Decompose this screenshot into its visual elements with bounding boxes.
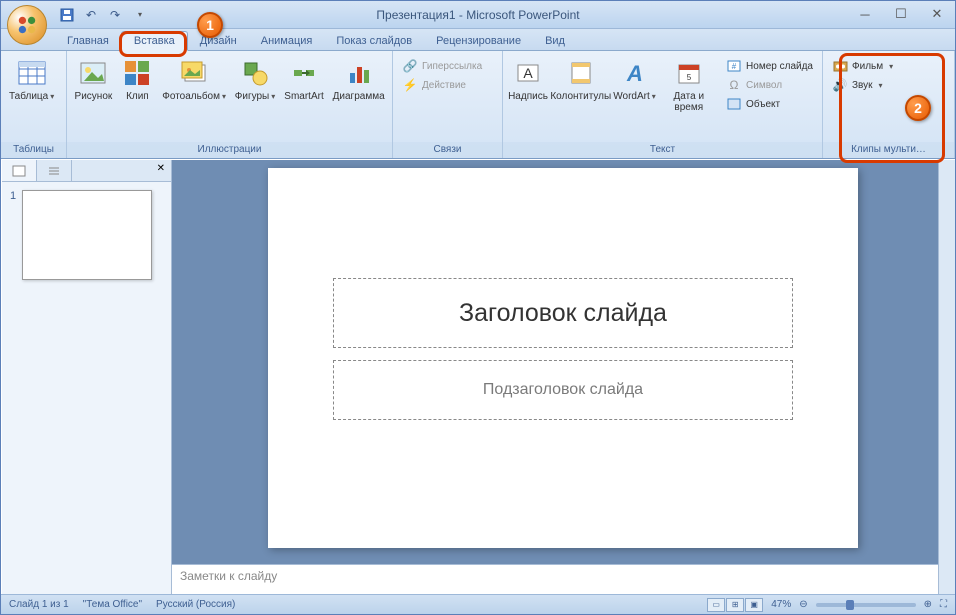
close-button[interactable]: ✕ — [925, 5, 949, 23]
shapes-button[interactable]: Фигуры — [231, 55, 279, 104]
picture-icon — [77, 57, 109, 89]
tab-review[interactable]: Рецензирование — [424, 32, 533, 50]
tab-animation[interactable]: Анимация — [249, 32, 325, 50]
table-button[interactable]: Таблица — [5, 55, 58, 104]
notes-pane[interactable]: Заметки к слайду — [172, 564, 954, 594]
annotation-1: 1 — [197, 12, 223, 38]
wordart-button[interactable]: A WordArt — [613, 55, 657, 104]
group-media: Клипы мульти… — [823, 142, 954, 158]
zoom-in-button[interactable]: ⊕ — [924, 599, 932, 610]
textbox-icon: A — [512, 57, 544, 89]
fit-button[interactable]: ⛶ — [940, 599, 947, 610]
sound-button[interactable]: 🔊 Звук — [829, 76, 896, 94]
tab-view[interactable]: Вид — [533, 32, 577, 50]
window-title: Презентация1 - Microsoft PowerPoint — [376, 8, 579, 22]
statusbar: Слайд 1 из 1 "Тема Office" Русский (Росс… — [1, 594, 955, 614]
object-icon — [726, 96, 742, 112]
svg-text:#: # — [732, 62, 737, 71]
tab-insert[interactable]: Вставка — [121, 31, 188, 51]
slides-tab[interactable] — [2, 160, 37, 181]
vertical-scrollbar[interactable] — [938, 160, 955, 594]
tab-slideshow[interactable]: Показ слайдов — [324, 32, 424, 50]
status-theme: "Тема Office" — [83, 599, 142, 610]
panel-close-icon[interactable]: ✕ — [151, 160, 171, 181]
picture-button[interactable]: Рисунок — [71, 55, 116, 104]
wordart-icon: A — [619, 57, 651, 89]
smartart-button[interactable]: SmartArt — [281, 55, 328, 104]
svg-text:A: A — [523, 65, 533, 81]
hyperlink-button[interactable]: 🔗 Гиперссылка — [399, 57, 485, 75]
chart-icon — [343, 57, 375, 89]
shapes-icon — [239, 57, 271, 89]
workspace: ✕ 1 Заголовок слайда Подзаголовок слайда… — [2, 160, 954, 594]
slide-thumbnail[interactable] — [22, 190, 152, 280]
annotation-2: 2 — [905, 95, 931, 121]
outline-tab-icon — [47, 165, 61, 177]
headerfooter-icon — [565, 57, 597, 89]
action-button[interactable]: ⚡ Действие — [399, 76, 485, 94]
smartart-icon — [288, 57, 320, 89]
save-icon[interactable] — [57, 5, 77, 25]
datetime-button[interactable]: 5 Дата и время — [659, 55, 720, 115]
normal-view-button[interactable]: ▭ — [707, 598, 725, 612]
slide-canvas[interactable]: Заголовок слайда Подзаголовок слайда — [268, 168, 858, 548]
ribbon-tabs: Главная Вставка Дизайн Анимация Показ сл… — [1, 29, 955, 51]
zoom-slider[interactable] — [816, 603, 916, 607]
headerfooter-button[interactable]: Колонтитулы — [551, 55, 611, 104]
maximize-button[interactable]: ☐ — [889, 5, 913, 23]
slidenumber-icon: # — [726, 58, 742, 74]
group-tables: Таблицы — [1, 142, 66, 158]
clipart-button[interactable]: Клип — [118, 55, 157, 104]
datetime-icon: 5 — [673, 57, 705, 89]
slideshow-view-button[interactable]: ▣ — [745, 598, 763, 612]
clipart-icon — [121, 57, 153, 89]
symbol-button[interactable]: Ω Символ — [723, 76, 816, 94]
undo-icon[interactable]: ↶ — [81, 5, 101, 25]
status-language[interactable]: Русский (Россия) — [156, 599, 235, 610]
svg-text:A: A — [626, 61, 643, 86]
group-illustrations: Иллюстрации — [67, 142, 392, 158]
qat-more-icon[interactable] — [129, 5, 149, 25]
group-links: Связи — [393, 142, 502, 158]
photoalbum-button[interactable]: Фотоальбом — [159, 55, 229, 104]
office-button[interactable] — [7, 5, 47, 45]
symbol-icon: Ω — [726, 77, 742, 93]
redo-icon[interactable]: ↷ — [105, 5, 125, 25]
tab-home[interactable]: Главная — [55, 32, 121, 50]
movie-button[interactable]: Фильм — [829, 57, 896, 75]
object-button[interactable]: Объект — [723, 95, 816, 113]
outline-tab[interactable] — [37, 160, 72, 181]
sound-icon: 🔊 — [832, 77, 848, 93]
quick-access-toolbar: ↶ ↷ — [57, 5, 149, 25]
slides-tab-icon — [12, 165, 26, 177]
hyperlink-icon: 🔗 — [402, 58, 418, 74]
action-icon: ⚡ — [402, 77, 418, 93]
office-logo-icon — [16, 14, 38, 36]
titlebar: ↶ ↷ Презентация1 - Microsoft PowerPoint … — [1, 1, 955, 29]
photoalbum-icon — [178, 57, 210, 89]
zoom-level[interactable]: 47% — [771, 599, 791, 610]
group-text: Текст — [503, 142, 822, 158]
status-slide-info: Слайд 1 из 1 — [9, 599, 69, 610]
slide-panel: ✕ 1 — [2, 160, 172, 594]
ribbon: Таблица Таблицы Рисунок Клип Фотоальбом … — [1, 51, 955, 159]
chart-button[interactable]: Диаграмма — [329, 55, 388, 104]
thumb-number: 1 — [10, 190, 16, 280]
movie-icon — [832, 58, 848, 74]
zoom-out-button[interactable]: ⊖ — [799, 599, 807, 610]
svg-text:5: 5 — [687, 73, 692, 82]
sorter-view-button[interactable]: ⊞ — [726, 598, 744, 612]
subtitle-placeholder[interactable]: Подзаголовок слайда — [333, 360, 793, 420]
slidenumber-button[interactable]: # Номер слайда — [723, 57, 816, 75]
textbox-button[interactable]: A Надпись — [507, 55, 549, 104]
title-placeholder[interactable]: Заголовок слайда — [333, 278, 793, 348]
table-icon — [16, 57, 48, 89]
slide-stage[interactable]: Заголовок слайда Подзаголовок слайда — [172, 160, 954, 564]
minimize-button[interactable]: ─ — [853, 5, 877, 23]
